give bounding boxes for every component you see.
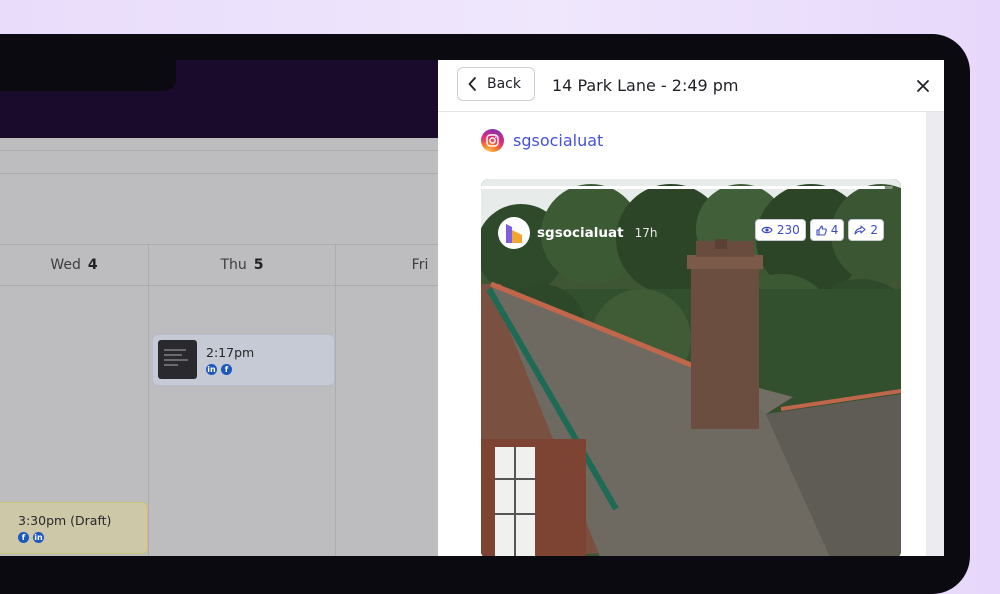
linkedin-icon: in bbox=[33, 532, 44, 543]
account-name[interactable]: sgsocialuat bbox=[513, 131, 603, 150]
event-time: 2:17pm bbox=[206, 345, 255, 360]
account-row: sgsocialuat bbox=[481, 129, 603, 152]
facebook-icon: f bbox=[221, 364, 232, 375]
day-name: Thu bbox=[220, 257, 247, 273]
calendar-subtoolbar bbox=[0, 151, 438, 174]
back-button-label: Back bbox=[487, 76, 521, 92]
day-name: Fri bbox=[411, 257, 429, 273]
day-name: Wed bbox=[50, 257, 81, 273]
event-time: 3:30pm (Draft) bbox=[18, 513, 112, 528]
column-divider bbox=[148, 244, 149, 556]
day-header-wed[interactable]: Wed 4 bbox=[0, 245, 148, 285]
story-time-ago: 17h bbox=[634, 226, 658, 240]
calendar-week-header: Wed 4 Thu 5 Fri bbox=[0, 244, 438, 286]
back-button[interactable]: Back bbox=[457, 67, 535, 101]
story-metrics: 230 4 2 bbox=[754, 219, 884, 241]
thumbs-up-icon bbox=[816, 224, 827, 236]
app-screen: Wed 4 Thu 5 Fri 2:17pm in f 3:30pm (Draf… bbox=[0, 60, 944, 556]
column-divider bbox=[335, 244, 336, 556]
instagram-icon bbox=[481, 129, 504, 152]
day-number: 5 bbox=[253, 257, 264, 273]
story-username: sgsocialuat bbox=[537, 225, 624, 241]
day-header-thu[interactable]: Thu 5 bbox=[149, 245, 335, 285]
eye-icon bbox=[761, 226, 773, 234]
close-icon[interactable] bbox=[914, 77, 932, 95]
views-count: 230 bbox=[776, 223, 800, 237]
calendar-event-card-draft[interactable]: 3:30pm (Draft) f in bbox=[0, 502, 148, 554]
story-preview: sgsocialuat 17h 230 4 2 bbox=[481, 179, 901, 556]
panel-body: sgsocialuat sgsocialuat 17h 230 4 2 bbox=[438, 112, 926, 556]
story-progress-fill bbox=[481, 186, 885, 189]
linkedin-icon: in bbox=[206, 364, 217, 375]
avatar bbox=[498, 217, 530, 249]
story-progress-bar bbox=[481, 186, 893, 189]
calendar-toolbar bbox=[0, 138, 438, 151]
event-thumbnail bbox=[158, 340, 197, 379]
likes-metric: 4 bbox=[809, 219, 845, 241]
story-user: sgsocialuat 17h bbox=[498, 217, 657, 249]
facebook-icon: f bbox=[18, 532, 29, 543]
share-icon bbox=[854, 225, 866, 235]
likes-count: 4 bbox=[830, 223, 839, 237]
shares-count: 2 bbox=[870, 223, 878, 237]
chevron-left-icon bbox=[468, 77, 476, 91]
camera-notch bbox=[0, 60, 176, 91]
views-metric: 230 bbox=[754, 219, 806, 241]
day-number: 4 bbox=[87, 257, 98, 273]
shares-metric: 2 bbox=[848, 219, 884, 241]
panel-header: Back 14 Park Lane - 2:49 pm bbox=[438, 60, 944, 112]
post-preview-panel: Back 14 Park Lane - 2:49 pm sgsocialuat bbox=[438, 60, 944, 556]
panel-title: 14 Park Lane - 2:49 pm bbox=[552, 76, 739, 95]
calendar-event-card[interactable]: 2:17pm in f bbox=[152, 334, 335, 386]
